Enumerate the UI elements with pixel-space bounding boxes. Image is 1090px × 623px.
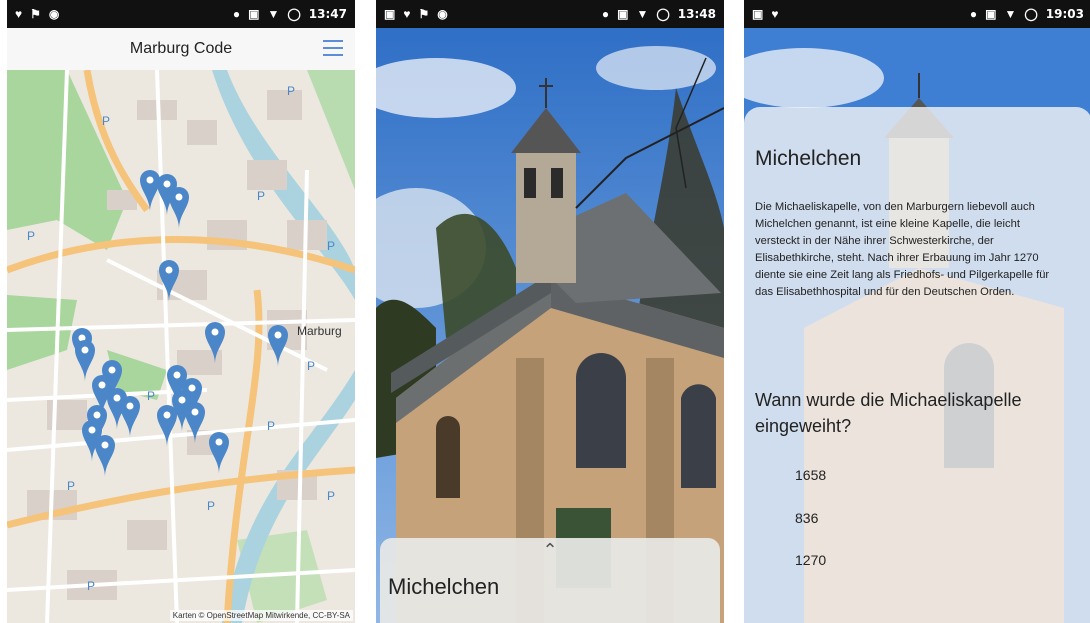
- status-time: 19:03: [1045, 7, 1084, 21]
- location-icon: ●: [232, 7, 241, 21]
- map-attribution[interactable]: Karten © OpenStreetMap Mitwirkende, CC-B…: [169, 610, 353, 621]
- chapel-photo: [376, 28, 724, 623]
- svg-text:P: P: [207, 499, 215, 513]
- location-icon: ●: [969, 7, 978, 21]
- screen-quiz: ▣ ♥ ● ▣ ▼ ◯ 19:03 Michelchen Die Michael…: [744, 0, 1090, 623]
- vibrate-icon: ▣: [985, 7, 997, 21]
- battery-icon: ◯: [287, 7, 301, 21]
- svg-text:P: P: [87, 579, 95, 593]
- svg-text:P: P: [327, 489, 335, 503]
- vibrate-icon: ▣: [248, 7, 260, 21]
- shield-icon: ♥: [771, 7, 779, 21]
- sheet-title: Michelchen: [388, 574, 500, 599]
- shield-icon: ♥: [403, 7, 411, 21]
- battery-icon: ◯: [1024, 7, 1038, 21]
- flag-icon: ⚑: [30, 7, 41, 21]
- svg-text:P: P: [267, 419, 275, 433]
- svg-text:P: P: [102, 114, 110, 128]
- card-title: Michelchen: [755, 147, 862, 170]
- city-map[interactable]: P P P P P P P P P P P P Marburg Karten © OpenStr…: [7, 70, 355, 623]
- vibrate-icon: ▣: [617, 7, 629, 21]
- screen-photo: ▣ ♥ ⚑ ◉ ● ▣ ▼ ◯ 13:48 ⌃ Michelchen: [376, 0, 724, 623]
- status-bar: ▣ ♥ ⚑ ◉ ● ▣ ▼ ◯ 13:48: [376, 0, 724, 28]
- status-bar: ♥ ⚑ ◉ ● ▣ ▼ ◯ 13:47: [7, 0, 355, 28]
- wifi-icon: ▼: [1004, 7, 1017, 21]
- shield-icon: ♥: [15, 7, 23, 21]
- svg-text:P: P: [147, 389, 155, 403]
- svg-text:P: P: [27, 229, 35, 243]
- battery-icon: ◯: [656, 7, 670, 21]
- app-icon: ▣: [752, 7, 764, 21]
- svg-text:P: P: [67, 479, 75, 493]
- card-description: Die Michaeliskapelle, von den Marburgern…: [755, 201, 1050, 298]
- screen-map: ♥ ⚑ ◉ ● ▣ ▼ ◯ 13:47 Marburg Code P P P P…: [7, 0, 355, 623]
- wifi-icon: ▼: [636, 7, 649, 21]
- svg-text:P: P: [287, 84, 295, 98]
- answer-option[interactable]: 836: [795, 510, 818, 526]
- image-icon: ▣: [384, 7, 396, 21]
- map-label-marburg: Marburg: [297, 324, 342, 338]
- chevron-up-icon[interactable]: ⌃: [542, 540, 557, 561]
- svg-text:P: P: [307, 359, 315, 373]
- svg-text:P: P: [257, 189, 265, 203]
- flag-icon: ⚑: [418, 7, 430, 21]
- status-time: 13:47: [308, 7, 347, 21]
- svg-text:P: P: [327, 239, 335, 253]
- answer-option[interactable]: 1270: [795, 552, 826, 568]
- status-bar: ▣ ♥ ● ▣ ▼ ◯ 19:03: [744, 0, 1090, 28]
- app-bar: Marburg Code: [7, 28, 355, 71]
- info-card: Michelchen Die Michaeliskapelle, von den…: [744, 107, 1090, 623]
- answer-option[interactable]: 1658: [795, 467, 826, 483]
- menu-icon[interactable]: [323, 40, 343, 56]
- app-title: Marburg Code: [129, 40, 233, 57]
- map-canvas[interactable]: P P P P P P P P P P P P Marburg: [7, 70, 355, 623]
- circle-icon: ◉: [48, 7, 60, 21]
- circle-icon: ◉: [437, 7, 448, 21]
- quiz-question: Wann wurde die Michaeliskapelle eingewei…: [755, 390, 1022, 436]
- location-icon: ●: [601, 7, 610, 21]
- bottom-sheet[interactable]: ⌃ Michelchen: [380, 538, 720, 623]
- wifi-icon: ▼: [267, 7, 280, 21]
- status-time: 13:48: [677, 7, 716, 21]
